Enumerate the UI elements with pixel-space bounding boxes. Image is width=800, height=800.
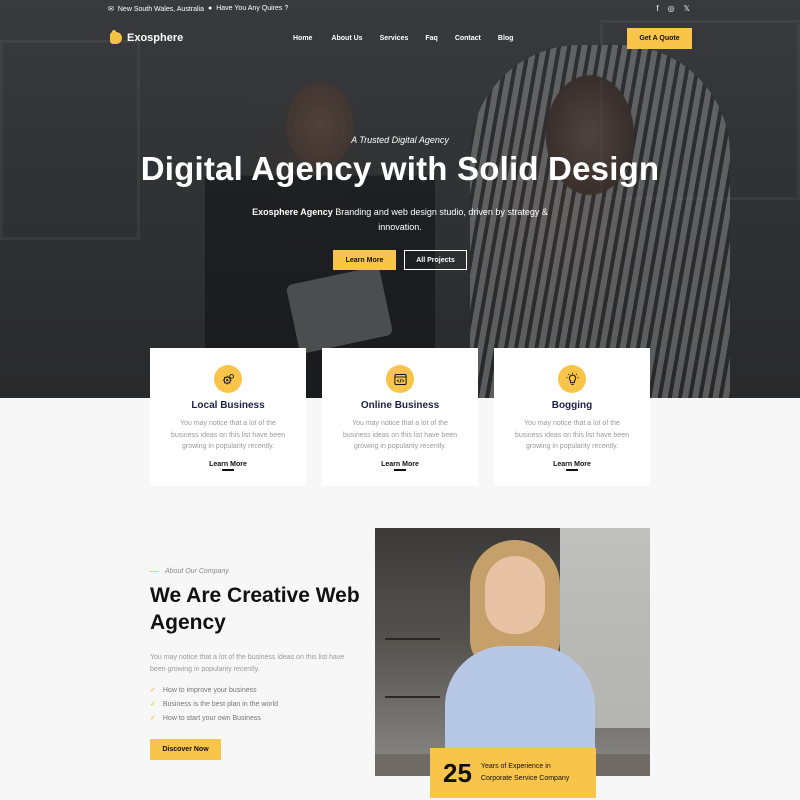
service-icon-badge — [214, 365, 242, 393]
logo-text: Exosphere — [127, 32, 184, 44]
checklist-text: Business is the best plan in the world — [162, 700, 279, 708]
check-icon: ✓ — [150, 701, 156, 708]
hero-eyebrow: A Trusted Digital Agency — [351, 135, 449, 145]
service-icon-badge — [558, 365, 586, 393]
list-item: ✓ How to start your own Business — [150, 711, 278, 725]
question-info: ● Have You Any Quires ? — [208, 5, 288, 12]
experience-years: 25 — [443, 757, 472, 788]
gears-icon — [222, 373, 234, 384]
location-text: New South Wales, Australia — [117, 5, 204, 13]
experience-label-line2: Corporate Service Company — [480, 775, 570, 782]
about-title: We Are Creative Web Agency — [150, 584, 360, 634]
facebook-icon[interactable]: f — [656, 4, 658, 13]
location-info: ✉ New South Wales, Australia — [108, 5, 204, 14]
service-icon-badge — [386, 365, 414, 393]
service-card-online: Online Business You may notice that a lo… — [322, 348, 478, 486]
hero-subtitle-strong: Exosphere Agency — [252, 207, 333, 217]
question-text: Have You Any Quires ? — [216, 5, 289, 12]
instagram-icon[interactable]: ◎ — [668, 4, 675, 13]
x-icon[interactable]: 𝕏 — [684, 4, 690, 13]
about-photo — [375, 528, 650, 776]
experience-label-line1: Years of Experience in — [480, 763, 551, 770]
service-title: Bogging — [551, 400, 593, 411]
nav-item-contact[interactable]: Contact — [455, 35, 481, 42]
service-card-blogging: Bogging You may notice that a lot of the… — [494, 348, 650, 486]
main-nav: Home About Us Services Faq Contact Blog — [293, 35, 513, 42]
hero-subtitle: Exosphere Agency Branding and web design… — [250, 205, 550, 235]
hero-overlay — [0, 0, 800, 398]
all-projects-button[interactable]: All Projects — [404, 250, 467, 270]
experience-label: Years of Experience in Corporate Service… — [481, 761, 569, 785]
eyebrow-line — [150, 571, 159, 572]
top-bar: ✉ New South Wales, Australia ● Have You … — [0, 0, 800, 20]
service-title: Local Business — [191, 400, 265, 411]
nav-item-about[interactable]: About Us — [331, 35, 362, 42]
code-window-icon — [393, 373, 407, 385]
discover-now-button[interactable]: Discover Now — [150, 739, 221, 760]
check-icon: ✓ — [150, 715, 156, 722]
service-card-local: Local Business You may notice that a lot… — [150, 348, 306, 486]
about-description: You may notice that a lot of the busines… — [150, 654, 345, 673]
site-logo[interactable]: Exosphere — [110, 30, 184, 44]
hero-title: Digital Agency with Solid Design — [140, 150, 660, 187]
service-title: Online Business — [360, 400, 440, 411]
nav-item-home[interactable]: Home — [293, 35, 312, 42]
logo-mark-icon — [110, 30, 122, 44]
social-links: f ◎ 𝕏 — [656, 4, 690, 13]
get-quote-button[interactable]: Get A Quote — [627, 28, 692, 49]
service-text: You may notice that a lot of the busines… — [170, 420, 286, 450]
experience-badge: 25 Years of Experience in Corporate Serv… — [430, 748, 596, 798]
learn-more-button[interactable]: Learn More — [333, 250, 396, 270]
list-item: ✓ How to improve your business — [150, 683, 278, 697]
about-checklist: ✓ How to improve your business ✓ Business … — [150, 683, 278, 725]
nav-item-services[interactable]: Services — [380, 35, 409, 42]
nav-item-faq[interactable]: Faq — [425, 35, 437, 42]
map-pin-icon: ● — [208, 5, 213, 12]
service-learn-more-link[interactable]: Learn More — [381, 461, 419, 471]
photo-shelf — [385, 638, 440, 698]
nav-item-blog[interactable]: Blog — [498, 35, 514, 42]
service-text: You may notice that a lot of the busines… — [342, 420, 458, 450]
about-eyebrow-text: About Our Company — [165, 568, 229, 575]
checklist-text: How to improve your business — [162, 686, 257, 694]
envelope-icon: ✉ — [108, 6, 114, 13]
service-learn-more-link[interactable]: Learn More — [209, 461, 247, 471]
list-item: ✓ Business is the best plan in the world — [150, 697, 278, 711]
checklist-text: How to start your own Business — [162, 714, 261, 722]
about-eyebrow: About Our Company — [150, 568, 229, 575]
check-icon: ✓ — [150, 687, 156, 694]
hero-section — [0, 0, 800, 398]
hero-subtitle-rest: Branding and web design studio, driven b… — [332, 207, 548, 232]
service-text: You may notice that a lot of the busines… — [514, 420, 630, 450]
service-learn-more-link[interactable]: Learn More — [553, 461, 591, 471]
lightbulb-icon — [565, 372, 579, 385]
photo-face — [485, 556, 545, 634]
